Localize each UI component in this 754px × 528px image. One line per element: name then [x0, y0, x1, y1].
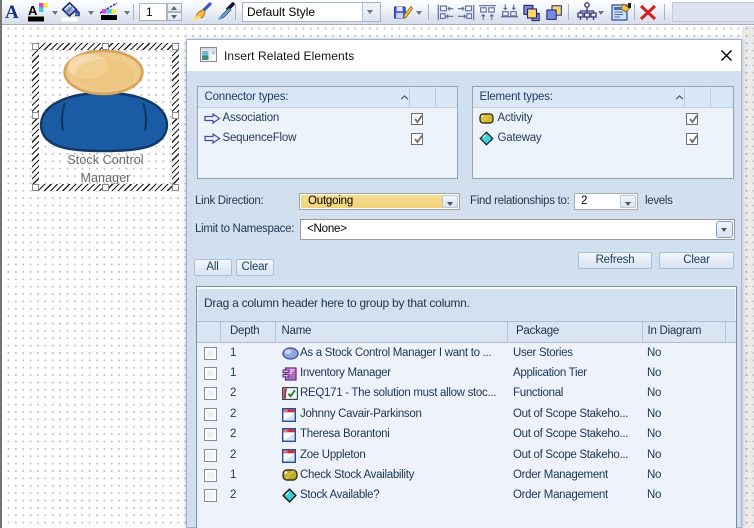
svg-text:A: A — [28, 3, 38, 18]
